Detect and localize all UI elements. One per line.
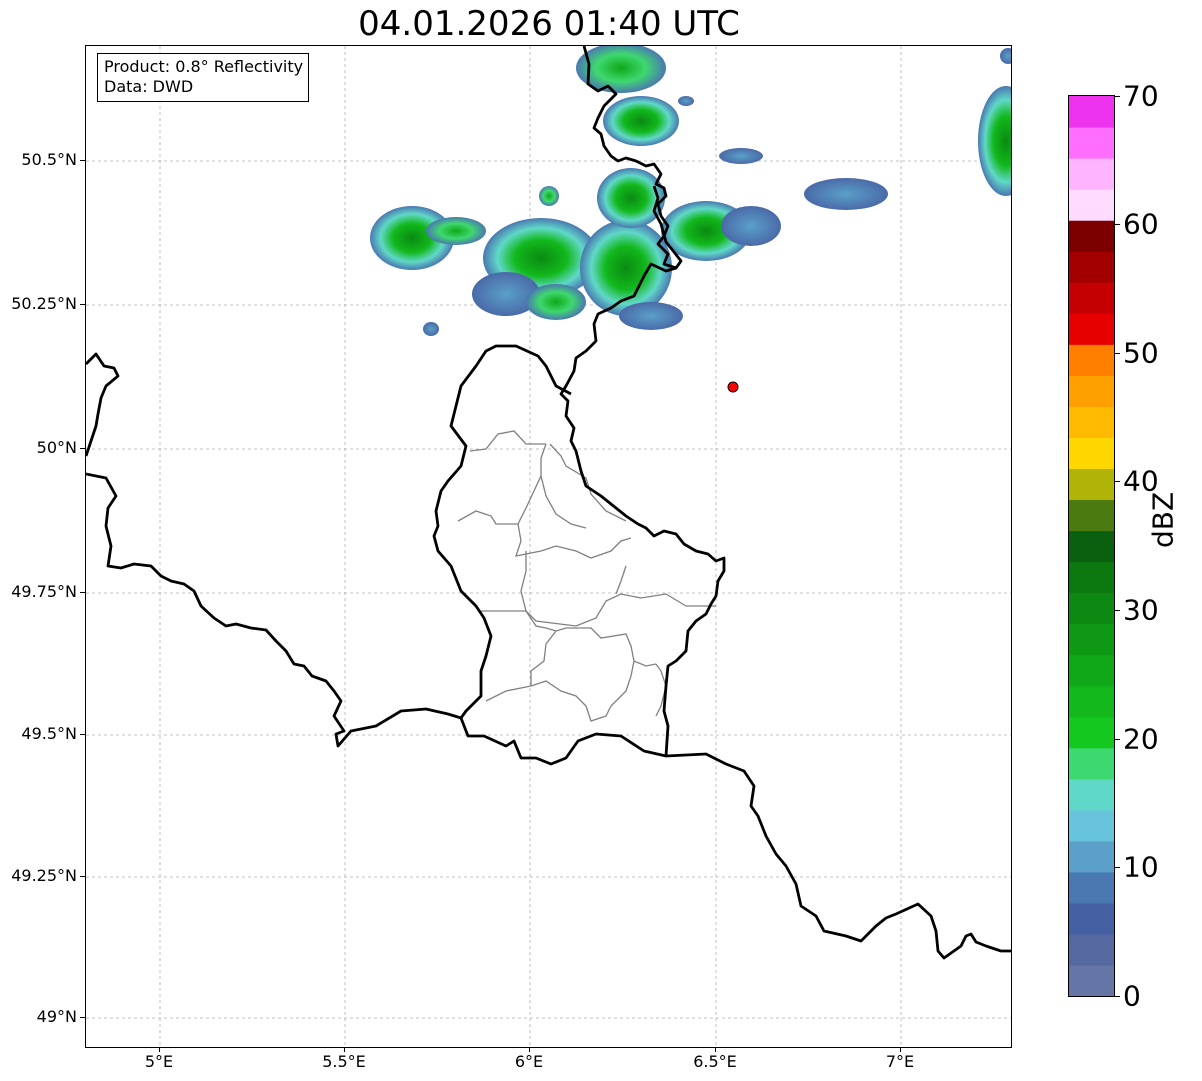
colorbar-swatch (1069, 685, 1114, 718)
colorbar-swatch (1069, 902, 1114, 935)
colorbar-swatch (1069, 127, 1114, 159)
colorbar-swatch (1069, 654, 1114, 687)
radar-echoes (370, 46, 1011, 336)
echo-cell (978, 86, 1011, 196)
lon-label: 6°E (514, 1052, 544, 1071)
colorbar-tick (1114, 481, 1120, 482)
echo-cell (719, 148, 763, 164)
colorbar-swatch (1069, 499, 1114, 532)
colorbar-swatch (1069, 716, 1114, 749)
colorbar-swatch (1069, 623, 1114, 656)
colorbar-swatch (1069, 809, 1114, 842)
colorbar-swatch (1069, 747, 1114, 780)
colorbar-swatch (1069, 933, 1114, 966)
admin-borders (457, 430, 716, 722)
colorbar-tick (1114, 739, 1120, 740)
echo-cell (526, 284, 586, 320)
colorbar-swatch (1069, 251, 1114, 283)
lat-tick (80, 304, 85, 305)
colorbar-tick (1114, 96, 1120, 97)
lat-tick (80, 160, 85, 161)
data-source-label: Data: DWD (104, 77, 194, 96)
lat-label: 49.5°N (21, 724, 77, 743)
lon-tick (344, 1047, 345, 1052)
lat-label: 49.75°N (11, 582, 77, 601)
echo-cell (721, 206, 781, 246)
colorbar-swatch (1069, 592, 1114, 625)
colorbar-tick-label: 0 (1123, 979, 1141, 1013)
map-title: 04.01.2026 01:40 UTC (358, 4, 740, 44)
colorbar-tick-label: 50 (1123, 336, 1159, 370)
lat-tick (80, 448, 85, 449)
radar-site-marker (727, 381, 739, 393)
lat-label: 50°N (36, 438, 77, 457)
colorbar (1068, 95, 1115, 997)
colorbar-tick (1114, 996, 1120, 997)
lat-label: 50.5°N (21, 150, 77, 169)
lat-tick (80, 592, 85, 593)
colorbar-tick-label: 60 (1123, 207, 1159, 241)
lat-label: 49.25°N (11, 866, 77, 885)
echo-cell (804, 178, 888, 210)
colorbar-swatch (1069, 778, 1114, 811)
echo-cell (603, 96, 679, 146)
colorbar-swatch (1069, 282, 1114, 314)
colorbar-swatch (1069, 530, 1114, 563)
lon-label: 5°E (144, 1052, 174, 1071)
lat-label: 49°N (36, 1007, 77, 1026)
lon-tick (159, 1047, 160, 1052)
colorbar-label: dBZ (1146, 491, 1180, 548)
echo-cell (1000, 48, 1011, 64)
lon-label: 5.5°E (322, 1052, 366, 1071)
colorbar-tick (1114, 867, 1120, 868)
lat-tick (80, 734, 85, 735)
colorbar-swatch (1069, 561, 1114, 594)
colorbar-swatch (1069, 964, 1114, 996)
colorbar-swatch (1069, 313, 1114, 345)
colorbar-swatch (1069, 468, 1114, 501)
lon-tick (715, 1047, 716, 1052)
map-area[interactable] (85, 45, 1012, 1048)
colorbar-tick-label: 10 (1123, 850, 1159, 884)
colorbar-swatch (1069, 158, 1114, 190)
lat-tick (80, 1017, 85, 1018)
echo-cell (539, 186, 559, 206)
colorbar-swatch (1069, 96, 1114, 128)
colorbar-swatch (1069, 375, 1114, 407)
colorbar-swatch (1069, 220, 1114, 252)
colorbar-tick-label: 30 (1123, 593, 1159, 627)
colorbar-swatch (1069, 344, 1114, 376)
colorbar-swatches (1069, 96, 1114, 996)
colorbar-swatch (1069, 437, 1114, 470)
lat-tick (80, 876, 85, 877)
echo-cell (597, 168, 665, 228)
lat-label: 50.25°N (11, 294, 77, 313)
colorbar-tick (1114, 353, 1120, 354)
colorbar-swatch (1069, 871, 1114, 904)
colorbar-swatch (1069, 406, 1114, 438)
map-canvas (86, 46, 1011, 1047)
echo-cell (619, 302, 683, 330)
colorbar-swatch (1069, 189, 1114, 221)
echo-cell (678, 96, 694, 106)
colorbar-tick-label: 70 (1123, 79, 1159, 113)
colorbar-tick (1114, 610, 1120, 611)
lon-tick (900, 1047, 901, 1052)
echo-cell (426, 217, 486, 245)
lon-tick (529, 1047, 530, 1052)
product-label: Product: 0.8° Reflectivity (104, 57, 304, 76)
colorbar-tick-label: 20 (1123, 722, 1159, 756)
product-info-box: Product: 0.8° Reflectivity Data: DWD (97, 53, 310, 102)
echo-cell (423, 322, 439, 336)
colorbar-tick (1114, 224, 1120, 225)
colorbar-swatch (1069, 840, 1114, 873)
lon-label: 7°E (885, 1052, 915, 1071)
lon-label: 6.5°E (693, 1052, 737, 1071)
